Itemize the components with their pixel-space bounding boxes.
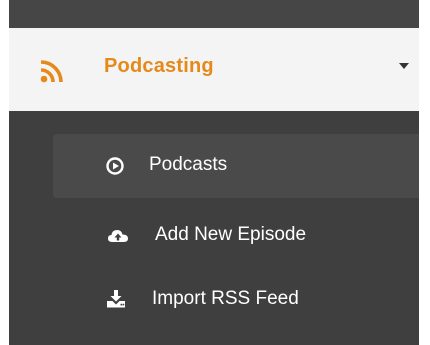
submenu-item-import-rss-feed[interactable]: Import RSS Feed (53, 268, 419, 332)
submenu-item-label: Add New Episode (155, 224, 307, 245)
download-icon (107, 290, 125, 308)
sidebar-section-podcasting[interactable]: Podcasting (9, 28, 419, 111)
submenu-item-label: Import RSS Feed (152, 288, 299, 309)
submenu-item-label: Podcasts (149, 154, 228, 175)
submenu-item-podcasts[interactable]: Podcasts (53, 134, 419, 198)
cloud-upload-icon (108, 230, 128, 242)
submenu-item-add-new-episode[interactable]: Add New Episode (53, 204, 419, 268)
sidebar-top-bar (9, 0, 419, 28)
section-title: Podcasting (104, 55, 214, 77)
podcasting-submenu: Podcasts Add New Episode Import RSS Feed (9, 111, 419, 345)
rss-icon (40, 60, 63, 83)
play-circle-icon (106, 157, 124, 175)
admin-sidebar: Podcasting Podcasts Add New Episode Impo… (9, 0, 419, 345)
caret-down-icon[interactable] (398, 61, 410, 71)
